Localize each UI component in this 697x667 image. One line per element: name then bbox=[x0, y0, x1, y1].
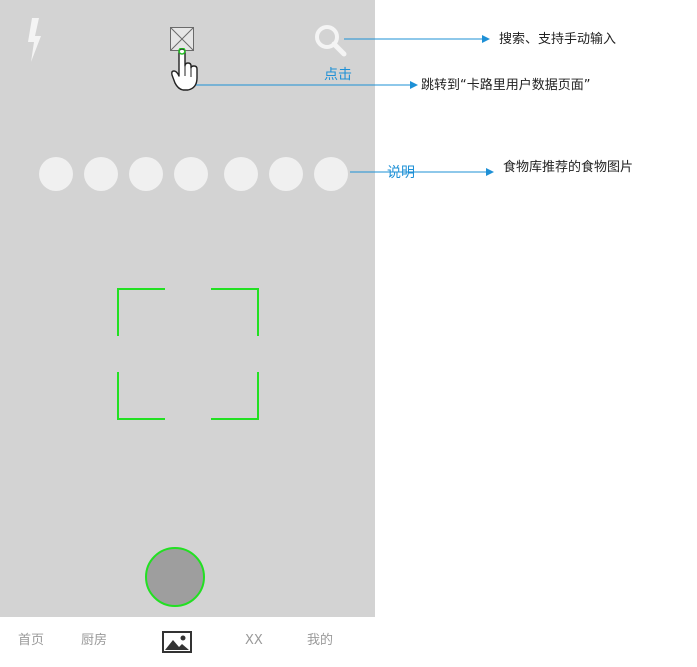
search-icon[interactable] bbox=[312, 22, 348, 58]
food-thumbnail[interactable] bbox=[129, 157, 163, 191]
recommended-food-list bbox=[39, 157, 351, 191]
food-thumbnail[interactable] bbox=[314, 157, 348, 191]
food-thumbnail[interactable] bbox=[174, 157, 208, 191]
search-annotation-arrow bbox=[344, 35, 490, 43]
scan-corner-top-right bbox=[211, 288, 259, 336]
search-annotation-text: 搜索、支持手动输入 bbox=[499, 32, 617, 47]
scan-frame bbox=[117, 288, 259, 420]
scan-corner-bottom-right bbox=[211, 372, 259, 420]
flash-icon[interactable] bbox=[22, 16, 48, 64]
food-thumbnail[interactable] bbox=[84, 157, 118, 191]
scan-corner-bottom-left bbox=[117, 372, 165, 420]
tab-kitchen[interactable]: 厨房 bbox=[81, 632, 107, 650]
tab-mine[interactable]: 我的 bbox=[307, 632, 333, 650]
recommend-annotation-arrow bbox=[350, 168, 494, 176]
food-thumbnail[interactable] bbox=[224, 157, 258, 191]
tab-home[interactable]: 首页 bbox=[18, 632, 44, 650]
food-thumbnail[interactable] bbox=[269, 157, 303, 191]
image-icon[interactable] bbox=[162, 631, 192, 653]
recommend-annotation-text: 食物库推荐的食物图片 bbox=[503, 160, 634, 175]
jump-annotation-text: 跳转到“卡路里用户数据页面” bbox=[421, 78, 591, 93]
jump-annotation-arrow bbox=[196, 81, 418, 89]
camera-screen: 点击 bbox=[0, 0, 375, 617]
food-thumbnail[interactable] bbox=[39, 157, 73, 191]
scan-corner-top-left bbox=[117, 288, 165, 336]
shutter-button[interactable] bbox=[145, 547, 205, 607]
tab-xx[interactable]: XX bbox=[245, 632, 263, 650]
